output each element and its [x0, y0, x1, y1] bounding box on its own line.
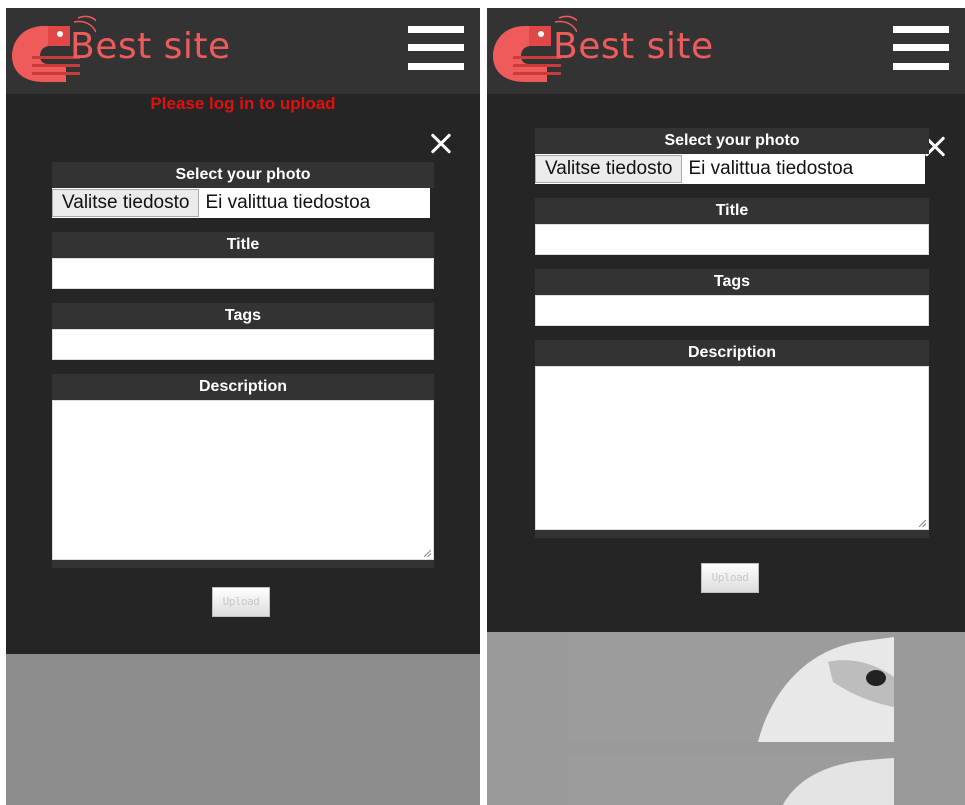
- tags-input[interactable]: [535, 295, 929, 326]
- upload-form: Select your photo Valitse tiedosto Ei va…: [535, 128, 929, 538]
- tags-label: Tags: [535, 269, 929, 295]
- gallery-thumbnail[interactable]: [568, 756, 894, 805]
- file-input[interactable]: Valitse tiedosto Ei valittua tiedostoa: [535, 154, 925, 184]
- photo-label: Select your photo: [535, 128, 929, 154]
- page-background: [487, 632, 965, 805]
- hamburger-menu-icon[interactable]: [893, 26, 949, 70]
- login-warning: Please log in to upload: [150, 94, 336, 113]
- upload-button[interactable]: Upload: [212, 587, 270, 617]
- site-header: Best site: [487, 8, 965, 94]
- cat-photo: [568, 756, 894, 805]
- title-label: Title: [535, 198, 929, 224]
- file-input[interactable]: Valitse tiedosto Ei valittua tiedostoa: [52, 188, 430, 218]
- site-title[interactable]: Best site: [70, 26, 231, 67]
- form-bottom-bar: [535, 530, 929, 538]
- tags-label: Tags: [52, 303, 434, 329]
- description-textarea[interactable]: [535, 366, 929, 530]
- choose-file-button[interactable]: Valitse tiedosto: [535, 155, 683, 183]
- site-title[interactable]: Best site: [553, 26, 714, 67]
- close-icon[interactable]: [430, 133, 452, 155]
- page-background: [6, 654, 480, 805]
- upload-button[interactable]: Upload: [701, 563, 759, 593]
- form-bottom-bar: [52, 560, 434, 568]
- description-textarea[interactable]: [52, 400, 434, 560]
- left-screen: Best site Please log in to upload Select…: [6, 8, 480, 805]
- upload-form: Select your photo Valitse tiedosto Ei va…: [52, 162, 434, 568]
- title-label: Title: [52, 232, 434, 258]
- cat-photo: [568, 632, 894, 742]
- tags-input[interactable]: [52, 329, 434, 360]
- gallery-thumbnail[interactable]: [568, 632, 894, 742]
- choose-file-button[interactable]: Valitse tiedosto: [52, 189, 200, 217]
- file-status: Ei valittua tiedostoa: [205, 192, 371, 213]
- description-label: Description: [535, 340, 929, 366]
- photo-label: Select your photo: [52, 162, 434, 188]
- description-label: Description: [52, 374, 434, 400]
- title-input[interactable]: [52, 258, 434, 289]
- title-input[interactable]: [535, 224, 929, 255]
- file-status: Ei valittua tiedostoa: [688, 158, 854, 179]
- hamburger-menu-icon[interactable]: [408, 26, 464, 70]
- site-header: Best site: [6, 8, 480, 94]
- right-screen: Best site Select your photo Valitse tied…: [487, 8, 965, 805]
